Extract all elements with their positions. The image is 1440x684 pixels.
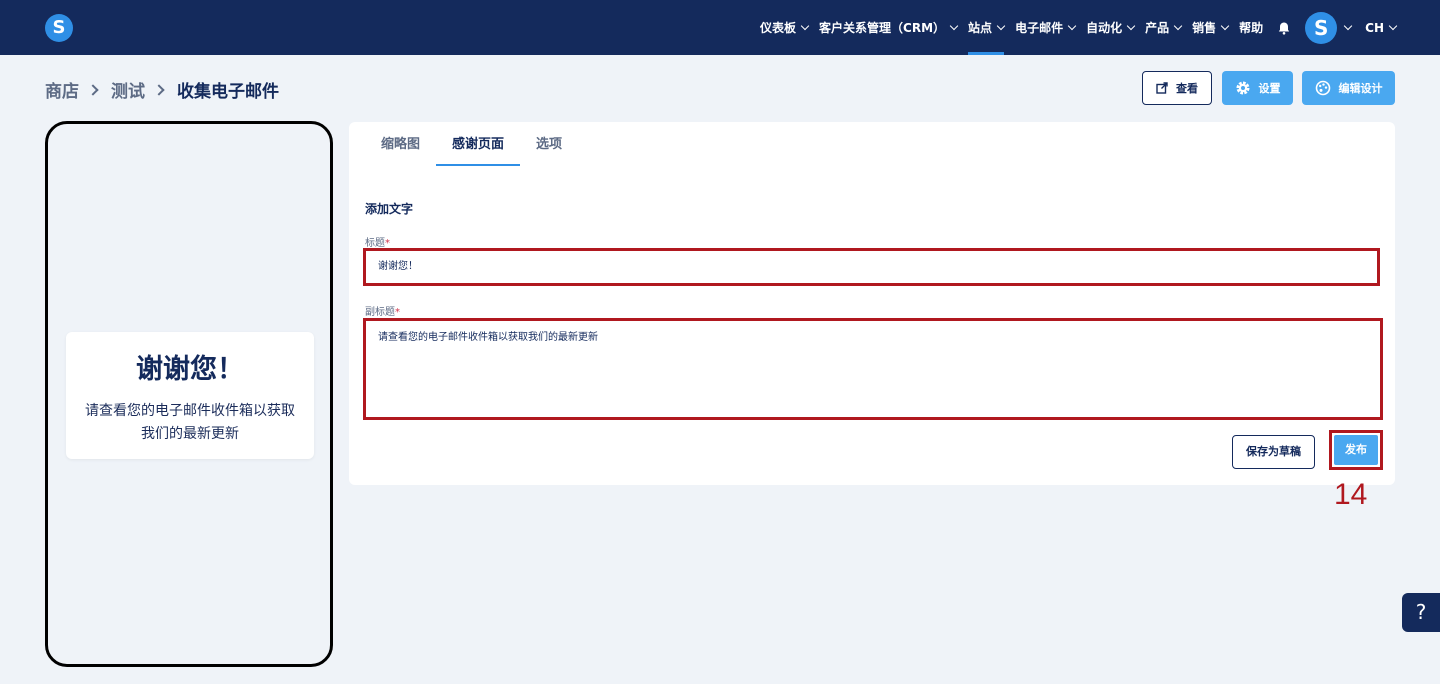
settings-button[interactable]: 设置	[1222, 71, 1293, 105]
publish-highlight-box: 发布	[1329, 430, 1383, 470]
subtitle-field-label: 副标题*	[365, 303, 400, 318]
nav-item-label: 电子邮件	[1015, 21, 1064, 35]
nav-item-sites[interactable]: 站点	[968, 0, 1006, 55]
editor-tabs: 缩略图 感谢页面 选项	[365, 122, 578, 166]
save-draft-button[interactable]: 保存为草稿	[1232, 435, 1315, 469]
nav-item-dashboard[interactable]: 仪表板	[760, 0, 810, 55]
gear-icon	[1236, 81, 1249, 95]
chevron-down-icon	[1126, 21, 1136, 30]
chevron-down-icon[interactable]	[1343, 21, 1353, 30]
chevron-down-icon	[1067, 21, 1077, 30]
tab-options[interactable]: 选项	[520, 122, 578, 166]
tab-thank-you-page[interactable]: 感谢页面	[436, 122, 521, 166]
bell-icon[interactable]	[1277, 21, 1291, 35]
nav-item-help[interactable]: 帮助	[1239, 0, 1263, 55]
title-input[interactable]: 谢谢您！	[363, 248, 1380, 286]
thank-you-preview-card: 谢谢您！ 请查看您的电子邮件收件箱以获取我们的最新更新	[66, 332, 314, 459]
breadcrumb: 商店 测试 收集电子邮件	[45, 77, 279, 102]
edit-design-button-label: 编辑设计	[1338, 82, 1383, 95]
chevron-down-icon	[1173, 21, 1183, 30]
nav-item-label: 销售	[1192, 21, 1217, 35]
step-number-annotation: 14	[1334, 478, 1368, 511]
nav-item-sales[interactable]: 销售	[1192, 0, 1230, 55]
nav-item-label: 站点	[968, 21, 993, 35]
chevron-down-icon	[800, 21, 810, 30]
user-initials: CH	[1365, 20, 1384, 35]
nav-item-products[interactable]: 产品	[1145, 0, 1183, 55]
top-navigation-bar: S 仪表板 客户关系管理（CRM） 站点 电子邮件 自动化 产品 销售 帮助 S…	[0, 0, 1440, 55]
view-button-label: 查看	[1176, 82, 1198, 95]
nav-item-label: 产品	[1145, 21, 1170, 35]
breadcrumb-item-test[interactable]: 测试	[111, 77, 145, 102]
mobile-preview-frame: 谢谢您！ 请查看您的电子邮件收件箱以获取我们的最新更新	[45, 121, 333, 667]
app-logo[interactable]: S	[45, 14, 73, 42]
edit-design-button[interactable]: 编辑设计	[1302, 71, 1395, 105]
chevron-down-icon	[949, 21, 959, 30]
required-mark: *	[395, 307, 400, 318]
subtitle-textarea[interactable]: 请查看您的电子邮件收件箱以获取我们的最新更新	[363, 318, 1383, 420]
nav-item-label: 自动化	[1086, 21, 1123, 35]
preview-subtitle: 请查看您的电子邮件收件箱以获取我们的最新更新	[85, 403, 295, 442]
nav-item-automation[interactable]: 自动化	[1086, 0, 1136, 55]
nav-item-email[interactable]: 电子邮件	[1015, 0, 1077, 55]
chevron-down-icon	[1388, 21, 1398, 30]
nav-item-label: 帮助	[1239, 21, 1264, 35]
help-button[interactable]: ?	[1402, 593, 1440, 632]
user-avatar[interactable]: S	[1305, 11, 1338, 44]
page-title: 收集电子邮件	[177, 82, 279, 102]
breadcrumb-item-store[interactable]: 商店	[45, 77, 79, 102]
user-menu[interactable]: CH	[1365, 0, 1398, 55]
nav-item-label: 客户关系管理（CRM）	[819, 21, 946, 35]
tab-thumbnail[interactable]: 缩略图	[365, 122, 436, 166]
chevron-down-icon	[1220, 21, 1230, 30]
editor-panel: 缩略图 感谢页面 选项 添加文字 标题* 谢谢您！ 副标题* 请查看您的电子邮件…	[349, 122, 1395, 485]
chevron-right-icon	[153, 83, 165, 96]
subtitle-label-text: 副标题	[365, 307, 395, 318]
nav-item-label: 仪表板	[760, 21, 797, 35]
preview-title: 谢谢您！	[136, 354, 244, 385]
title-field-label: 标题*	[365, 234, 390, 249]
section-title: 添加文字	[365, 202, 414, 216]
publish-button[interactable]: 发布	[1334, 435, 1378, 465]
external-link-icon	[1156, 82, 1168, 94]
nav-item-crm[interactable]: 客户关系管理（CRM）	[819, 0, 959, 55]
view-button[interactable]: 查看	[1142, 71, 1212, 105]
settings-button-label: 设置	[1258, 82, 1281, 95]
main-nav: 仪表板 客户关系管理（CRM） 站点 电子邮件 自动化 产品 销售 帮助 S C…	[749, 0, 1398, 55]
chevron-right-icon	[87, 83, 99, 96]
palette-icon	[1315, 80, 1330, 96]
chevron-down-icon	[996, 21, 1006, 30]
